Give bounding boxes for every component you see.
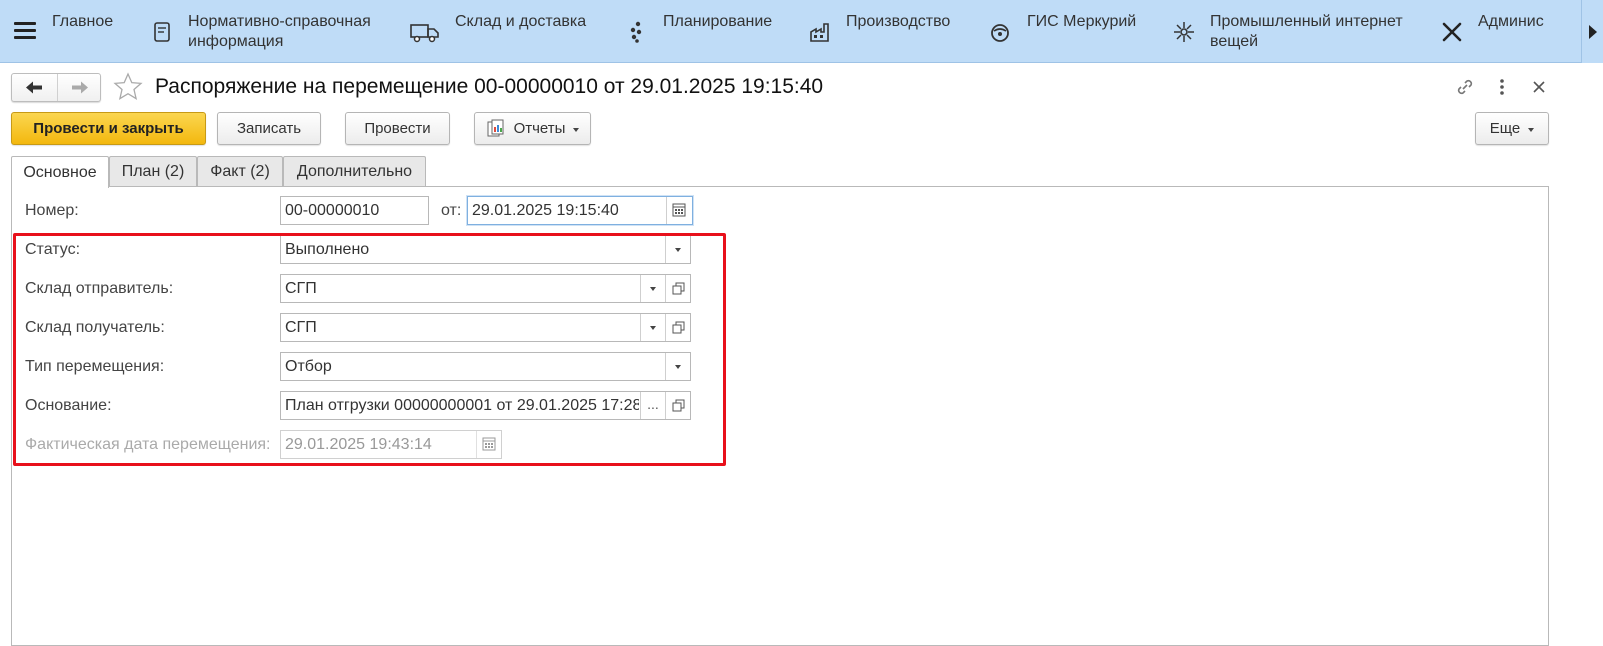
- transfer-type-value: Отбор: [285, 358, 332, 375]
- truck-icon: [410, 24, 439, 43]
- status-label: Статус:: [25, 241, 81, 258]
- more-button[interactable]: Еще: [1475, 112, 1549, 145]
- actual-date-calendar-button: [476, 431, 501, 458]
- reports-label: Отчеты: [513, 120, 566, 137]
- transfer-type-dropdown-button[interactable]: [665, 353, 690, 380]
- book-icon: [154, 22, 170, 42]
- post-button[interactable]: Провести: [345, 112, 450, 145]
- calendar-icon: [482, 437, 496, 451]
- chevron-down-icon: [573, 127, 580, 132]
- status-dropdown-button[interactable]: [665, 236, 690, 263]
- scroll-right-arrow-icon[interactable]: [1581, 0, 1603, 63]
- section-reference-info[interactable]: Нормативно-справочная информация: [150, 12, 390, 52]
- tab-additional[interactable]: Дополнительно: [283, 156, 426, 187]
- number-field[interactable]: 00-00000010: [280, 196, 429, 225]
- status-value: Выполнено: [285, 241, 370, 258]
- nav-buttons: [11, 73, 101, 102]
- actual-date-field: 29.01.2025 19:43:14: [280, 430, 502, 459]
- section-label: Главное: [52, 13, 114, 30]
- sender-warehouse-label: Склад отправитель:: [25, 280, 174, 297]
- sender-dropdown-button[interactable]: [640, 275, 665, 302]
- page-title: Распоряжение на перемещение 00-00000010 …: [155, 75, 824, 98]
- section-mercury[interactable]: ГИС Меркурий: [988, 12, 1148, 52]
- save-button[interactable]: Записать: [217, 112, 321, 145]
- basis-label: Основание:: [25, 397, 112, 414]
- link-icon[interactable]: [1454, 76, 1476, 98]
- date-value: 29.01.2025 19:15:40: [472, 202, 619, 219]
- menu-icon[interactable]: [14, 22, 36, 40]
- section-label: Админис: [1478, 13, 1544, 30]
- calendar-icon: [672, 203, 686, 217]
- forward-button[interactable]: [57, 74, 101, 101]
- tab-main[interactable]: Основное: [11, 156, 109, 188]
- section-production[interactable]: Производство: [808, 12, 968, 52]
- factory-icon: [810, 23, 829, 42]
- calendar-button[interactable]: [666, 197, 691, 224]
- open-window-icon: [672, 321, 685, 334]
- sender-warehouse-value: СГП: [285, 280, 317, 297]
- sender-open-button[interactable]: [665, 275, 690, 302]
- section-label: Нормативно-справочная информация: [188, 13, 371, 50]
- favorite-star-icon[interactable]: [113, 72, 143, 102]
- number-value: 00-00000010: [285, 202, 380, 219]
- post-and-close-button[interactable]: Провести и закрыть: [11, 112, 206, 145]
- reports-button[interactable]: Отчеты: [474, 112, 591, 145]
- tab-plan[interactable]: План (2): [109, 156, 197, 187]
- section-warehouse[interactable]: Склад и доставка: [410, 12, 600, 52]
- close-icon[interactable]: [1528, 76, 1550, 98]
- section-label: Планирование: [663, 13, 773, 30]
- tab-fact[interactable]: Факт (2): [197, 156, 283, 187]
- receiver-dropdown-button[interactable]: [640, 314, 665, 341]
- receiver-warehouse-label: Склад получатель:: [25, 319, 165, 336]
- tab-content-panel: [11, 186, 1549, 646]
- date-from-label: от:: [441, 202, 462, 219]
- section-planning[interactable]: Планирование: [625, 12, 785, 52]
- section-label: ГИС Меркурий: [1027, 13, 1137, 30]
- section-main[interactable]: Главное: [52, 12, 132, 52]
- reports-icon: [487, 119, 504, 136]
- more-label: Еще: [1489, 120, 1521, 137]
- mercury-icon: [991, 24, 1009, 42]
- sections-panel: Главное Нормативно-справочная информация…: [0, 0, 1603, 63]
- open-window-icon: [672, 282, 685, 295]
- section-admin[interactable]: Админис: [1440, 12, 1581, 52]
- more-vertical-icon[interactable]: [1491, 76, 1513, 98]
- transfer-type-select[interactable]: Отбор: [280, 352, 691, 381]
- open-window-icon: [672, 399, 685, 412]
- basis-value: План отгрузки 00000000001 от 29.01.2025 …: [285, 397, 639, 414]
- tools-icon: [1442, 22, 1462, 42]
- section-label: Склад и доставка: [455, 13, 587, 30]
- actual-date-label: Фактическая дата перемещения:: [25, 436, 271, 453]
- basis-select-button[interactable]: ...: [640, 392, 665, 419]
- basis-open-button[interactable]: [665, 392, 690, 419]
- arrow-right-icon: [72, 81, 88, 94]
- date-field[interactable]: 29.01.2025 19:15:40: [467, 196, 693, 225]
- number-label: Номер:: [25, 202, 79, 219]
- section-label: Промышленный интернет вещей: [1210, 13, 1403, 50]
- receiver-warehouse-value: СГП: [285, 319, 317, 336]
- receiver-warehouse-field[interactable]: СГП: [280, 313, 691, 342]
- chevron-down-icon: [1528, 127, 1535, 132]
- dots-icon: [630, 21, 642, 43]
- receiver-open-button[interactable]: [665, 314, 690, 341]
- sender-warehouse-field[interactable]: СГП: [280, 274, 691, 303]
- status-select[interactable]: Выполнено: [280, 235, 691, 264]
- back-button[interactable]: [12, 74, 56, 101]
- transfer-type-label: Тип перемещения:: [25, 358, 165, 375]
- arrow-left-icon: [26, 81, 42, 94]
- section-iot[interactable]: Промышленный интернет вещей: [1172, 12, 1422, 52]
- section-label: Производство: [846, 13, 951, 30]
- actual-date-value: 29.01.2025 19:43:14: [285, 436, 432, 453]
- iot-icon: [1174, 22, 1194, 42]
- basis-field[interactable]: План отгрузки 00000000001 от 29.01.2025 …: [280, 391, 691, 420]
